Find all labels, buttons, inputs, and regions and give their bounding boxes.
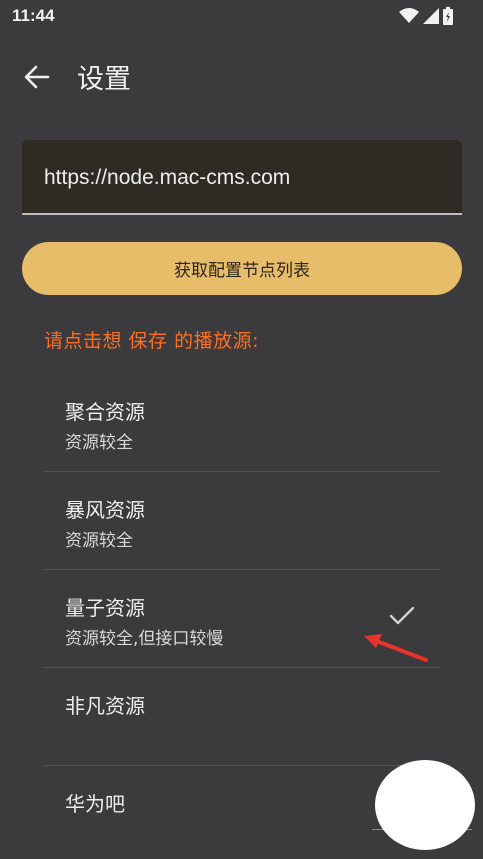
app-bar: 设置 xyxy=(0,40,483,110)
source-name: 华为吧 xyxy=(65,792,125,816)
source-item[interactable]: 非凡资源 xyxy=(44,668,440,766)
signal-icon xyxy=(423,8,439,24)
wifi-icon xyxy=(399,8,419,23)
status-time: 11:44 xyxy=(12,6,55,25)
source-name: 聚合资源 xyxy=(65,400,145,424)
status-icons xyxy=(399,7,453,25)
status-bar: 11:44 xyxy=(0,0,483,34)
back-button[interactable] xyxy=(20,60,54,94)
page-title: 设置 xyxy=(77,64,131,95)
source-name: 量子资源 xyxy=(65,596,145,620)
source-name: 暴风资源 xyxy=(65,498,145,522)
source-desc: 资源较全,但接口较慢 xyxy=(65,629,224,649)
source-item[interactable]: 暴风资源 资源较全 xyxy=(44,472,440,570)
source-hint-text: 请点击想 保存 的播放源: xyxy=(44,330,259,352)
source-item-selected[interactable]: 量子资源 资源较全,但接口较慢 xyxy=(44,570,440,668)
battery-icon xyxy=(443,7,453,25)
url-field-container[interactable] xyxy=(22,140,462,215)
check-icon xyxy=(389,606,415,625)
fetch-config-nodes-button[interactable]: 获取配置节点列表 xyxy=(22,242,462,295)
arrow-left-icon xyxy=(24,65,50,89)
overlay-blob xyxy=(375,760,475,850)
source-item[interactable]: 聚合资源 资源较全 xyxy=(44,374,440,472)
source-desc: 资源较全 xyxy=(65,531,133,551)
source-name: 非凡资源 xyxy=(65,694,145,718)
source-desc: 资源较全 xyxy=(65,433,133,453)
url-input[interactable] xyxy=(44,164,444,192)
